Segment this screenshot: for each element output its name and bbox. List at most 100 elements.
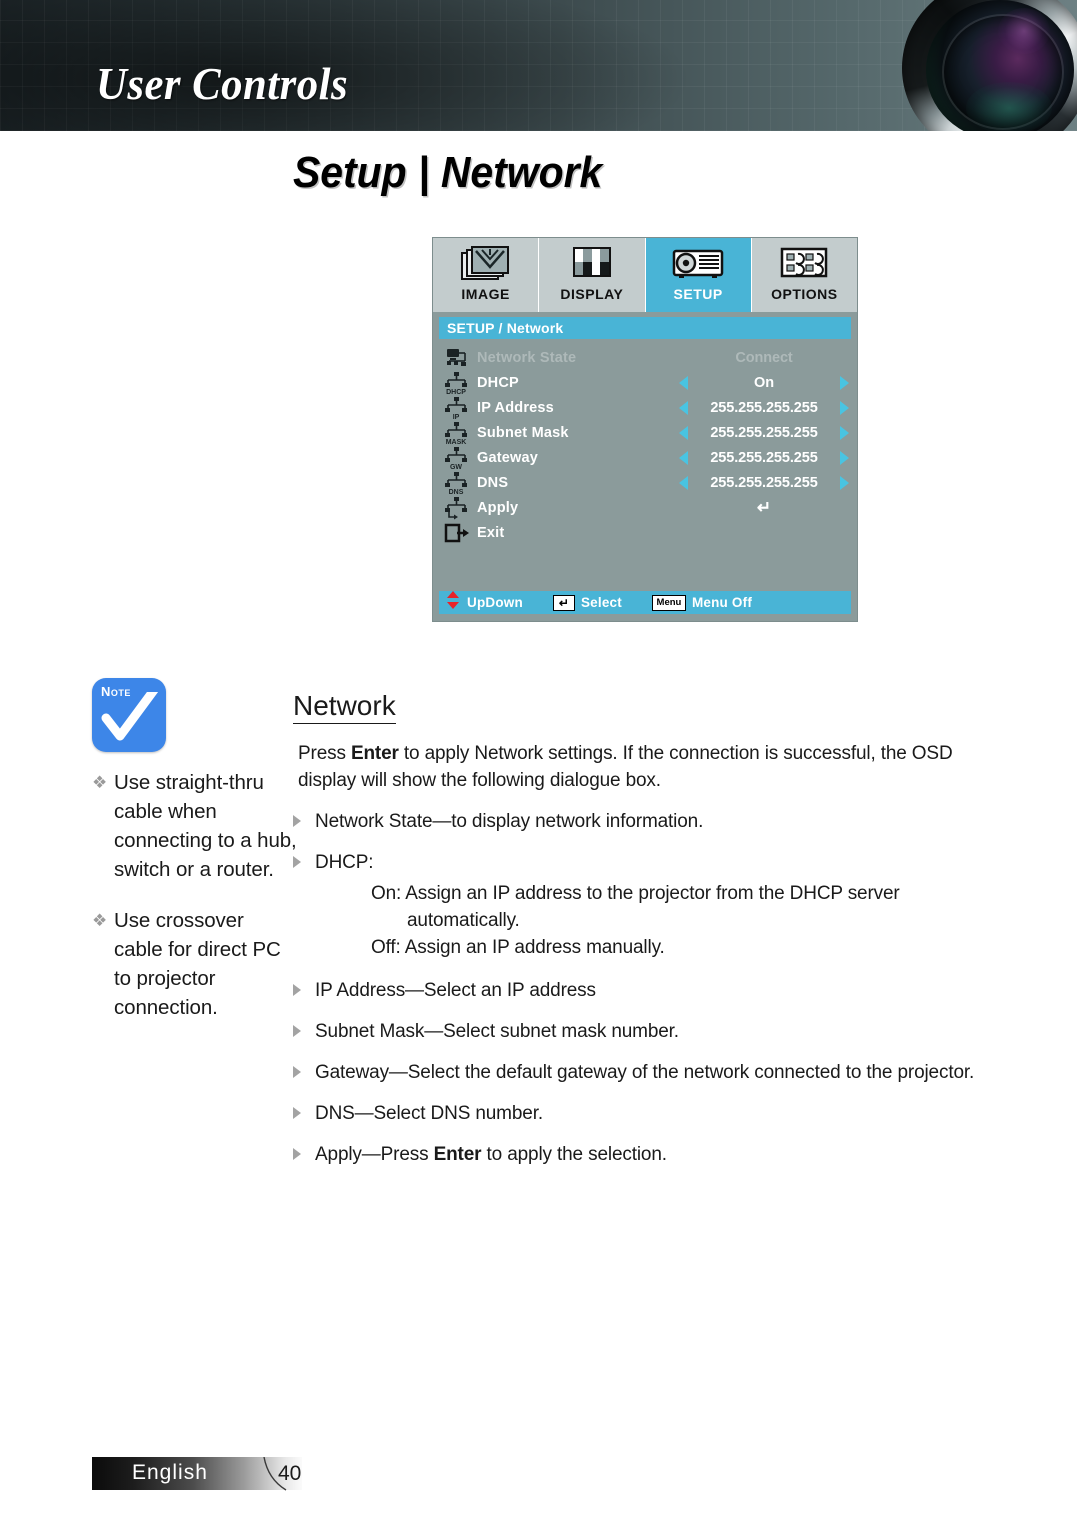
osd-row-label: IP Address <box>477 399 554 416</box>
network-tree-icon: IP <box>443 395 471 420</box>
osd-tab-setup[interactable]: SETUP <box>645 238 752 312</box>
intro-part-1: Press <box>298 743 351 765</box>
osd-row-value: 255.255.255.255 <box>710 474 818 491</box>
osd-row-value: On <box>754 374 774 391</box>
left-arrow-icon[interactable] <box>679 400 688 415</box>
dhcp-on-line: On: Assign an IP address to the projecto… <box>371 883 900 905</box>
osd-tab-label: OPTIONS <box>771 286 838 302</box>
right-arrow-icon[interactable] <box>840 450 849 465</box>
network-tree-icon: MASK <box>443 420 471 445</box>
network-apply-icon <box>443 495 471 520</box>
page-title: Setup | Network <box>293 148 603 197</box>
note-list-item: ❖ Use straight-thru cable when connectin… <box>92 768 297 884</box>
right-arrow-icon[interactable] <box>840 475 849 490</box>
footer-page-number: 40 <box>278 1462 302 1485</box>
osd-tab-options[interactable]: OPTIONS <box>752 238 857 312</box>
osd-row-label: Exit <box>477 524 505 541</box>
osd-row-exit[interactable]: Exit <box>443 520 849 545</box>
note-item-text: Use straight-thru cable when connecting … <box>114 771 297 881</box>
bullet-dns: DNS—Select DNS number. <box>293 1100 1003 1127</box>
bullet-apply: Apply—Press Enter to apply the selection… <box>293 1141 1003 1168</box>
osd-row-label: Subnet Mask <box>477 424 569 441</box>
osd-row-value: 255.255.255.255 <box>710 424 818 441</box>
diamond-bullet-icon: ❖ <box>92 911 108 930</box>
triangle-bullet-icon <box>293 1059 315 1079</box>
osd-row-dns[interactable]: DNS DNS 255.255.255.255 <box>443 470 849 495</box>
note-list: ❖ Use straight-thru cable when connectin… <box>92 768 297 1022</box>
osd-hint-select: ↵ Select <box>552 594 622 611</box>
note-badge-icon: Note <box>92 678 166 752</box>
osd-hint-bar: UpDown ↵ Select Menu Menu Off <box>439 591 851 614</box>
osd-row-value: 255.255.255.255 <box>710 399 818 416</box>
triangle-bullet-icon <box>293 1018 315 1038</box>
right-arrow-icon[interactable] <box>840 375 849 390</box>
bullet-text: Network State—to display network informa… <box>315 811 704 833</box>
bullet-gateway: Gateway—Select the default gateway of th… <box>293 1059 1003 1086</box>
osd-menu-screenshot: IMAGE DISPLAY SETUP OPTIONS SETUP / Netw… <box>432 237 858 622</box>
bullet-text: Subnet Mask—Select subnet mask number. <box>315 1021 679 1043</box>
osd-hint-label: Menu Off <box>691 595 753 610</box>
osd-tab-image[interactable]: IMAGE <box>433 238 540 312</box>
left-arrow-icon[interactable] <box>679 375 688 390</box>
image-icon <box>458 244 514 284</box>
options-icon <box>776 244 832 284</box>
footer-language-label: English <box>132 1461 208 1484</box>
feature-bullet-list: Network State—to display network informa… <box>293 808 1003 1168</box>
osd-row-ip-address[interactable]: IP IP Address 255.255.255.255 <box>443 395 849 420</box>
osd-row-apply[interactable]: Apply ↵ <box>443 495 849 520</box>
note-item-text: Use crossover cable for direct PC to pro… <box>114 909 281 1019</box>
network-tree-icon-label: DNS <box>449 489 464 495</box>
osd-tab-label: IMAGE <box>461 286 510 302</box>
network-tree-icon-label: MASK <box>446 439 467 445</box>
network-state-icon <box>443 345 471 370</box>
left-arrow-icon[interactable] <box>679 475 688 490</box>
triangle-bullet-icon <box>293 1141 315 1161</box>
section-heading: Network <box>293 690 396 725</box>
osd-tab-display[interactable]: DISPLAY <box>539 238 646 312</box>
enter-key-icon: ↵ <box>552 594 575 611</box>
triangle-bullet-icon <box>293 977 315 997</box>
osd-hint-label: UpDown <box>467 595 523 610</box>
section-heading-wrap: Network <box>293 690 1003 725</box>
page-footer: English 40 <box>92 1457 302 1491</box>
camera-lens-graphic <box>890 0 1080 131</box>
network-tree-icon-label: GW <box>450 464 462 470</box>
diamond-bullet-icon: ❖ <box>92 773 108 792</box>
dhcp-off-line: Off: Assign an IP address manually. <box>371 937 665 959</box>
network-tree-icon-label: DHCP <box>446 389 466 395</box>
intro-paragraph: Press Enter to apply Network settings. I… <box>298 740 1003 794</box>
network-tree-icon-label: IP <box>453 414 460 420</box>
bullet-text: DHCP: <box>315 852 374 874</box>
triangle-bullet-icon <box>293 1100 315 1120</box>
checkmark-icon <box>101 692 158 741</box>
dhcp-sub-lines: On: Assign an IP address to the projecto… <box>371 880 1003 961</box>
menu-key-icon: Menu <box>651 594 686 611</box>
bullet-text-apply: Apply—Press Enter to apply the selection… <box>315 1141 1003 1168</box>
osd-breadcrumb-text: SETUP / Network <box>447 320 564 336</box>
bullet-ip-address: IP Address—Select an IP address <box>293 977 1003 1004</box>
right-arrow-icon[interactable] <box>840 400 849 415</box>
osd-tab-label: SETUP <box>673 286 723 302</box>
projector-icon <box>670 244 726 284</box>
apply-part-2: to apply the selection. <box>481 1144 667 1166</box>
right-arrow-icon[interactable] <box>840 425 849 440</box>
dhcp-on-line-cont: automatically. <box>407 910 520 932</box>
bullet-network-state: Network State—to display network informa… <box>293 808 1003 835</box>
osd-breadcrumb-bar: SETUP / Network <box>439 317 851 339</box>
osd-row-network-state[interactable]: Network State Connect <box>443 345 849 370</box>
note-sidebar: Note ❖ Use straight-thru cable when conn… <box>92 678 297 1044</box>
osd-row-label: Network State <box>477 349 577 366</box>
osd-tab-label: DISPLAY <box>560 286 624 302</box>
osd-row-gateway[interactable]: GW Gateway 255.255.255.255 <box>443 445 849 470</box>
left-arrow-icon[interactable] <box>679 425 688 440</box>
osd-row-dhcp[interactable]: DHCP DHCP On <box>443 370 849 395</box>
osd-row-label: Gateway <box>477 449 539 466</box>
osd-row-label: DHCP <box>477 374 519 391</box>
osd-row-label: Apply <box>477 499 519 516</box>
enter-arrow-icon: ↵ <box>756 498 772 517</box>
left-arrow-icon[interactable] <box>679 450 688 465</box>
main-content: Network Press Enter to apply Network set… <box>293 690 1003 1182</box>
apply-bold-enter: Enter <box>433 1144 482 1166</box>
osd-hint-label: Select <box>580 595 622 610</box>
osd-row-subnet-mask[interactable]: MASK Subnet Mask 255.255.255.255 <box>443 420 849 445</box>
